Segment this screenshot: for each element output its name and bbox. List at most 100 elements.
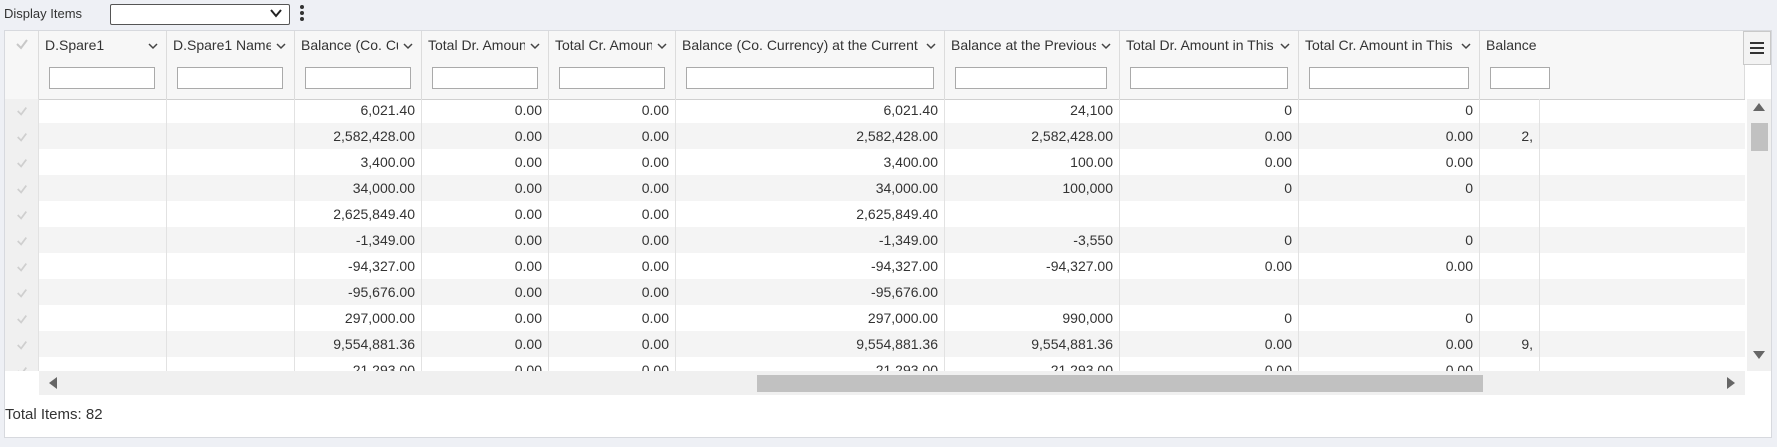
cell-bal_cur: 297,000.00 xyxy=(676,305,945,331)
cell-spare1_name xyxy=(167,305,295,331)
cell-bal_co: 2,625,849.40 xyxy=(295,201,422,227)
cell-cr_day: 0 xyxy=(1299,227,1480,253)
column-filter-input[interactable] xyxy=(49,67,155,89)
column-header-label: Total Dr. Amount (... xyxy=(428,37,525,53)
check-icon xyxy=(16,289,27,299)
column-header-label: D.Spare1 xyxy=(45,37,105,53)
cell-dr_day xyxy=(1120,279,1299,305)
column-filter-input[interactable] xyxy=(177,67,283,89)
table-row[interactable]: 297,000.00 0.00 0.00 297,000.00 990,000 0 0 xyxy=(5,305,1745,331)
row-checkbox[interactable] xyxy=(5,279,39,305)
table-row[interactable]: 34,000.00 0.00 0.00 34,000.00 100,000 0 0 xyxy=(5,175,1745,201)
cell-dr: 0.00 xyxy=(422,149,549,175)
sort-chevron-icon[interactable] xyxy=(656,40,668,52)
column-header-spare1_name[interactable]: D.Spare1 Name xyxy=(167,31,295,99)
column-header-spare1[interactable]: D.Spare1 xyxy=(39,31,167,99)
cell-spare1 xyxy=(39,305,167,331)
check-icon xyxy=(16,159,27,169)
cell-bal_co: -1,349.00 xyxy=(295,227,422,253)
cell-spare1_name xyxy=(167,279,295,305)
column-menu-button[interactable] xyxy=(1743,31,1771,65)
column-header-label: Total Cr. Amount (... xyxy=(555,37,652,53)
cell-cr: 0.00 xyxy=(549,253,676,279)
horizontal-scroll-thumb[interactable] xyxy=(757,375,1483,392)
sort-chevron-icon[interactable] xyxy=(925,40,937,52)
row-checkbox[interactable] xyxy=(5,175,39,201)
cell-cr_day: 0.00 xyxy=(1299,357,1480,371)
row-checkbox[interactable] xyxy=(5,253,39,279)
cell-dr_day: 0 xyxy=(1120,227,1299,253)
cell-cr_day xyxy=(1299,201,1480,227)
row-checkbox[interactable] xyxy=(5,123,39,149)
scroll-up-icon[interactable] xyxy=(1753,103,1765,111)
cell-dr_day xyxy=(1120,201,1299,227)
column-header-bal_last[interactable]: Balance xyxy=(1480,31,1745,99)
column-header-cr_day[interactable]: Total Cr. Amount in This Da... xyxy=(1299,31,1480,99)
vertical-scroll-thumb[interactable] xyxy=(1751,123,1768,151)
cell-bal_prev xyxy=(945,201,1120,227)
table-row[interactable]: 9,554,881.36 0.00 0.00 9,554,881.36 9,554,88… xyxy=(5,331,1745,357)
table-row[interactable]: 2,625,849.40 0.00 0.00 2,625,849.40 xyxy=(5,201,1745,227)
cell-spare1_name xyxy=(167,201,295,227)
column-filter-input[interactable] xyxy=(559,67,665,89)
table-row[interactable]: 3,400.00 0.00 0.00 3,400.00 100.00 0.00 0.00 xyxy=(5,149,1745,175)
row-checkbox[interactable] xyxy=(5,357,39,371)
row-checkbox[interactable] xyxy=(5,149,39,175)
row-checkbox[interactable] xyxy=(5,227,39,253)
cell-bal_last xyxy=(1480,175,1540,201)
vertical-scrollbar[interactable] xyxy=(1747,99,1771,371)
column-filter-input[interactable] xyxy=(432,67,538,89)
row-checkbox[interactable] xyxy=(5,201,39,227)
column-filter-input[interactable] xyxy=(686,67,934,89)
chevron-down-icon xyxy=(270,9,282,18)
column-header-bal_co[interactable]: Balance (Co. Curr. xyxy=(295,31,422,99)
sort-chevron-icon[interactable] xyxy=(275,40,287,52)
column-filter-input[interactable] xyxy=(1130,67,1288,89)
column-filter-input[interactable] xyxy=(955,67,1107,89)
column-filter-input[interactable] xyxy=(1309,67,1469,89)
cell-dr: 0.00 xyxy=(422,331,549,357)
grid-footer: Total Items: 82 xyxy=(5,397,1771,437)
cell-bal_cur: 2,625,849.40 xyxy=(676,201,945,227)
table-row[interactable]: 6,021.40 0.00 0.00 6,021.40 24,100 0 0 xyxy=(5,99,1745,123)
column-header-bal_cur[interactable]: Balance (Co. Currency) at the Current Da… xyxy=(676,31,945,99)
table-row[interactable]: -1,349.00 0.00 0.00 -1,349.00 -3,550 0 0 xyxy=(5,227,1745,253)
cell-bal_cur: 9,554,881.36 xyxy=(676,331,945,357)
table-row[interactable]: 21,293.00 0.00 0.00 21,293.00 21,293.00 0.00 0… xyxy=(5,357,1745,371)
cell-bal_cur: 6,021.40 xyxy=(676,99,945,123)
column-filter-input[interactable] xyxy=(1490,67,1550,89)
scroll-down-icon[interactable] xyxy=(1753,351,1765,359)
column-filter-input[interactable] xyxy=(305,67,411,89)
column-header-label: Total Dr. Amount in This Da... xyxy=(1126,37,1275,53)
cell-bal_last xyxy=(1480,305,1540,331)
column-header-dr[interactable]: Total Dr. Amount (... xyxy=(422,31,549,99)
cell-dr: 0.00 xyxy=(422,253,549,279)
scroll-left-icon[interactable] xyxy=(49,377,57,389)
check-icon xyxy=(16,263,27,273)
row-checkbox[interactable] xyxy=(5,331,39,357)
cell-bal_last xyxy=(1480,99,1540,123)
cell-cr_day: 0.00 xyxy=(1299,253,1480,279)
table-row[interactable]: -94,327.00 0.00 0.00 -94,327.00 -94,327.00 0.… xyxy=(5,253,1745,279)
cell-dr: 0.00 xyxy=(422,279,549,305)
select-all-check-icon[interactable] xyxy=(15,37,29,51)
kebab-icon[interactable] xyxy=(297,3,307,25)
column-header-bal_prev[interactable]: Balance at the Previous D... xyxy=(945,31,1120,99)
column-header-dr_day[interactable]: Total Dr. Amount in This Da... xyxy=(1120,31,1299,99)
cell-dr_day: 0.00 xyxy=(1120,123,1299,149)
scroll-right-icon[interactable] xyxy=(1727,377,1735,389)
sort-chevron-icon[interactable] xyxy=(1100,40,1112,52)
sort-chevron-icon[interactable] xyxy=(529,40,541,52)
column-header-check[interactable] xyxy=(5,31,39,99)
table-row[interactable]: 2,582,428.00 0.00 0.00 2,582,428.00 2,582,42… xyxy=(5,123,1745,149)
column-header-cr[interactable]: Total Cr. Amount (... xyxy=(549,31,676,99)
table-row[interactable]: -95,676.00 0.00 0.00 -95,676.00 xyxy=(5,279,1745,305)
row-checkbox[interactable] xyxy=(5,99,39,123)
display-items-select[interactable] xyxy=(110,4,290,25)
row-checkbox[interactable] xyxy=(5,305,39,331)
sort-chevron-icon[interactable] xyxy=(1279,40,1291,52)
sort-chevron-icon[interactable] xyxy=(147,40,159,52)
horizontal-scrollbar[interactable] xyxy=(39,371,1745,395)
sort-chevron-icon[interactable] xyxy=(402,40,414,52)
sort-chevron-icon[interactable] xyxy=(1460,40,1472,52)
